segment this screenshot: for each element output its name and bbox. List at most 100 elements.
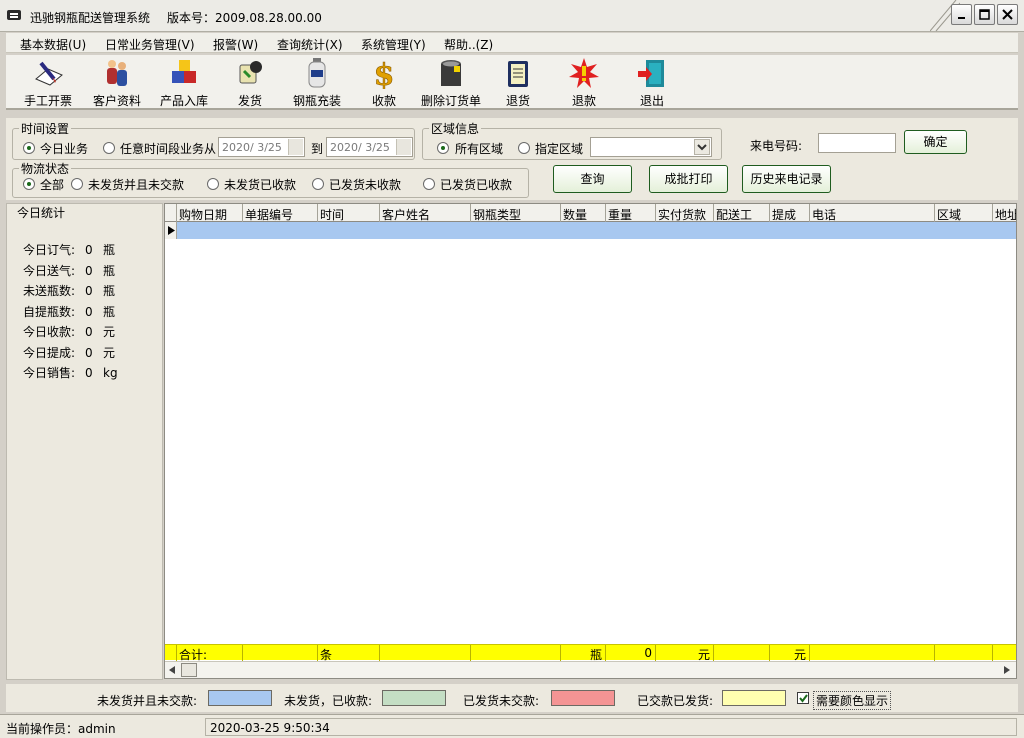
scroll-left-icon[interactable]: [169, 666, 175, 674]
color-display-label[interactable]: 需要颜色显示: [813, 691, 892, 710]
manual-invoice-button[interactable]: 手工开票: [20, 57, 76, 109]
status-unshipped-unpaid-radio[interactable]: [71, 178, 83, 190]
status-shipped-paid-radio[interactable]: [423, 178, 435, 190]
close-button[interactable]: [997, 4, 1018, 25]
current-datetime: 2020-03-25 9:50:34: [205, 718, 1017, 736]
receive-payment-button[interactable]: $ 收款: [364, 57, 404, 109]
column-header[interactable]: 区域: [935, 204, 993, 222]
status-shipped-unpaid-label: 已发货未收款: [329, 178, 402, 192]
all-area-radio[interactable]: [437, 142, 449, 154]
stat-value: 0: [85, 243, 93, 257]
date-from-dropdown-icon[interactable]: [288, 139, 303, 155]
column-header[interactable]: 钢瓶类型: [471, 204, 561, 222]
today-stats-panel: 今日统计 今日订气: 0 瓶 今日送气: 0 瓶 未送瓶数: 0 瓶 自提瓶数: 0 瓶 今日收…: [6, 203, 163, 680]
today-stats-title: 今日统计: [15, 204, 68, 221]
dispatch-icon: [239, 61, 262, 84]
status-bar: 当前操作员：admin 2020-03-25 9:50:34: [0, 714, 1024, 738]
orders-grid[interactable]: 购物日期 单据编号 时间 客户姓名 钢瓶类型 数量 重量 实付货款 配送工 提成…: [164, 203, 1017, 679]
dollar-icon: $: [373, 58, 394, 89]
column-header[interactable]: 时间: [318, 204, 380, 222]
query-button[interactable]: 查询: [553, 165, 632, 193]
menu-alarm[interactable]: 报警(W): [213, 36, 258, 53]
caller-number-input[interactable]: [818, 133, 896, 153]
horizontal-scrollbar[interactable]: [165, 661, 1016, 678]
menu-bar: 基本数据(U) 日常业务管理(V) 报警(W) 查询统计(X) 系统管理(Y) …: [6, 33, 1018, 53]
date-to-label: 到: [311, 142, 324, 156]
stat-row: 今日提成: 0 元: [23, 344, 115, 361]
call-history-button[interactable]: 历史来电记录: [742, 165, 831, 193]
selected-row[interactable]: [165, 222, 1016, 239]
status-all-radio[interactable]: [23, 178, 35, 190]
stat-unit: 瓶: [103, 284, 116, 298]
time-range-radio[interactable]: [103, 142, 115, 154]
menu-query-stats[interactable]: 查询统计(X): [277, 36, 343, 53]
date-to-field[interactable]: 2020/ 3/25: [326, 137, 413, 157]
stat-label: 未送瓶数:: [23, 284, 76, 298]
stat-value: 0: [85, 325, 93, 339]
legend-swatch-shipped-unpaid: [551, 690, 615, 706]
summary-amount-unit: 元: [656, 645, 714, 662]
summary-qty-unit: 瓶: [561, 645, 606, 662]
date-from-value: 2020/ 3/25: [222, 141, 282, 154]
window-title: 迅驰钢瓶配送管理系统: [30, 11, 151, 25]
summary-cell: [935, 645, 993, 661]
column-header[interactable]: 数量: [561, 204, 606, 222]
customer-info-button[interactable]: 客户资料: [89, 57, 145, 109]
maximize-button[interactable]: [974, 4, 995, 25]
area-info-legend: 区域信息: [431, 122, 480, 136]
maximize-icon: [979, 9, 990, 20]
stat-label: 今日收款:: [23, 325, 76, 339]
date-to-dropdown-icon[interactable]: [396, 139, 411, 155]
exit-button[interactable]: 退出: [632, 57, 672, 109]
status-shipped-unpaid-radio[interactable]: [312, 178, 324, 190]
caller-number-label: 来电号码:: [750, 139, 803, 153]
stat-value: 0: [85, 264, 93, 278]
stat-unit: 瓶: [103, 264, 116, 278]
legend-label: 已发货未交款:: [463, 694, 540, 708]
confirm-button[interactable]: 确定: [904, 130, 967, 154]
menu-daily-business[interactable]: 日常业务管理(V): [105, 36, 195, 53]
minimize-button[interactable]: [951, 4, 972, 25]
cylinder-filling-button[interactable]: 钢瓶充装: [290, 57, 344, 109]
stat-row: 今日收款: 0 元: [23, 323, 115, 340]
minimize-icon: [958, 17, 965, 19]
trash-can-icon: [441, 60, 461, 86]
stat-unit: 瓶: [103, 305, 116, 319]
specified-area-radio[interactable]: [518, 142, 530, 154]
summary-cell: [714, 645, 770, 661]
refund-burst-icon: [569, 58, 599, 88]
batch-print-button[interactable]: 成批打印: [649, 165, 728, 193]
refund-button[interactable]: 退款: [564, 57, 604, 109]
column-header[interactable]: 地址: [993, 204, 1016, 222]
return-goods-button[interactable]: 退货: [498, 57, 538, 109]
menu-basic-data[interactable]: 基本数据(U): [20, 36, 86, 53]
stat-unit: 元: [103, 346, 116, 360]
today-business-radio[interactable]: [23, 142, 35, 154]
product-stock-in-button[interactable]: 产品入库: [156, 57, 212, 109]
summary-commission-unit: 元: [770, 645, 810, 662]
delete-order-button[interactable]: 删除订货单: [418, 57, 484, 109]
column-header[interactable]: 重量: [606, 204, 656, 222]
people-icon: [107, 60, 127, 86]
date-from-field[interactable]: 2020/ 3/25: [218, 137, 305, 157]
return-goods-label: 退货: [505, 94, 530, 108]
dispatch-button[interactable]: 发货: [230, 57, 270, 109]
scroll-right-icon[interactable]: [1004, 666, 1010, 674]
column-header[interactable]: 客户姓名: [380, 204, 471, 222]
column-header[interactable]: 配送工: [714, 204, 770, 222]
color-display-checkbox[interactable]: [797, 692, 809, 704]
stat-value: 0: [85, 284, 93, 298]
area-select[interactable]: [590, 137, 712, 157]
column-header[interactable]: 单据编号: [243, 204, 318, 222]
menu-help[interactable]: 帮助..(Z): [444, 36, 493, 53]
column-header[interactable]: 购物日期: [177, 204, 243, 222]
receive-payment-label: 收款: [371, 94, 396, 108]
column-header[interactable]: 实付货款: [656, 204, 714, 222]
column-header[interactable]: 提成: [770, 204, 810, 222]
area-select-dropdown-icon[interactable]: [694, 139, 710, 155]
status-unshipped-paid-radio[interactable]: [207, 178, 219, 190]
scrollbar-thumb[interactable]: [181, 663, 197, 677]
column-header[interactable]: 电话: [810, 204, 935, 222]
stat-row: 今日送气: 0 瓶: [23, 262, 115, 279]
menu-system-admin[interactable]: 系统管理(Y): [361, 36, 426, 53]
